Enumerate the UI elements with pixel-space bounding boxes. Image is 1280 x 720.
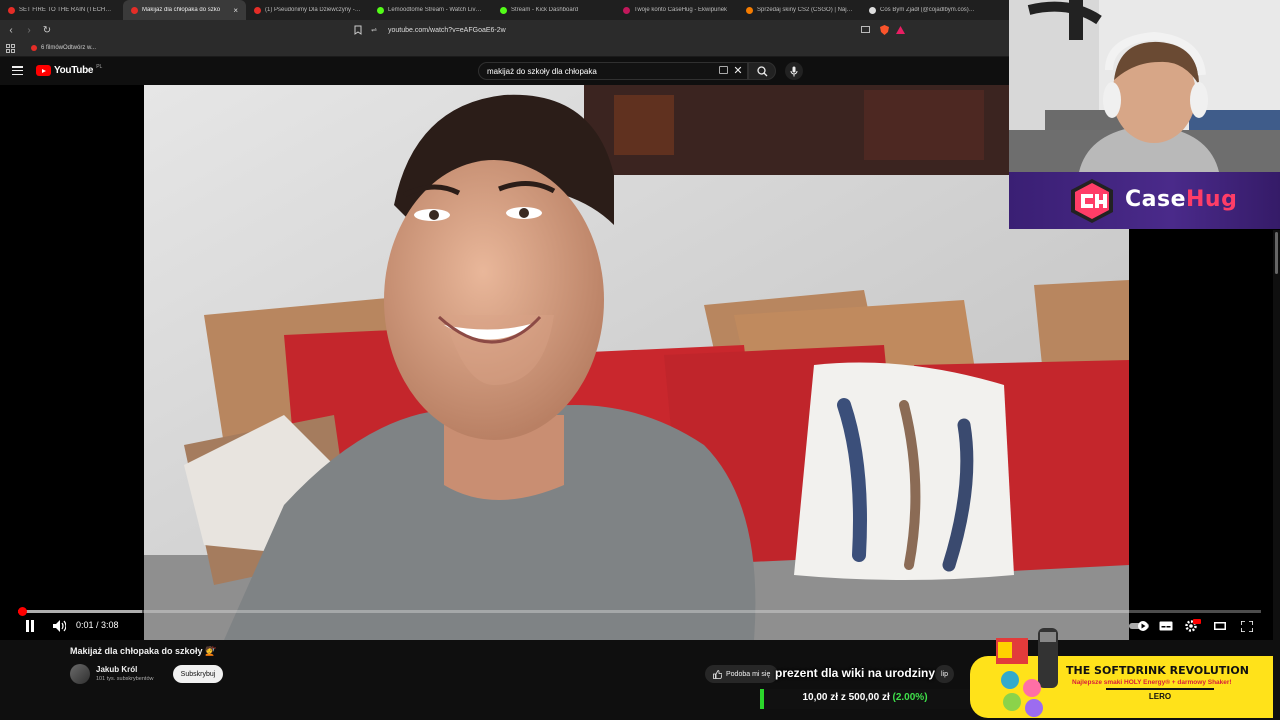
pause-button[interactable]	[22, 617, 38, 635]
tab-title: Makijaż dla chłopaka do szko	[142, 7, 221, 13]
tab-title: Coś Bym Zjadł (@cojadlbym.cos) | Tik	[880, 7, 976, 13]
youtube-favicon-icon	[31, 45, 37, 51]
screen: SET FIRE TO THE RAIN (TECHNO) - Y Makijaż…	[0, 0, 1280, 720]
browser-tab[interactable]: Makijaż dla chłopaka do szko ×	[123, 0, 246, 20]
search-input[interactable]: makijaż do szkoły dla chłopaka	[478, 62, 748, 80]
browser-tab[interactable]: Coś Bym Zjadł (@cojadlbym.cos) | Tik	[861, 0, 984, 20]
sponsor-ad: THE SOFTDRINK REVOLUTION Najlepsze smaki…	[970, 620, 1280, 720]
ad-subline: Najlepsze smaki HOLY Energy® + darmowy S…	[1072, 679, 1232, 686]
back-icon[interactable]: ‹	[4, 23, 18, 37]
tab-favicon-icon	[869, 6, 876, 14]
energy-drink-products	[996, 628, 1058, 717]
tab-favicon-icon	[623, 6, 630, 14]
page-scrollbar[interactable]	[1273, 230, 1280, 720]
tab-title: SET FIRE TO THE RAIN (TECHNO) - Y	[19, 7, 115, 13]
tab-title: Sprzedaj skiny CS2 (CSGO) | Najlep	[757, 7, 853, 13]
browser-tab[interactable]: Stream - Kick Dashboard	[492, 0, 615, 20]
browser-tab-strip: SET FIRE TO THE RAIN (TECHNO) - Y Makijaż…	[0, 0, 1010, 20]
pause-icon	[26, 620, 34, 632]
screen-cast-icon[interactable]	[860, 24, 870, 35]
webcam-feed	[1009, 0, 1280, 172]
channel-name[interactable]: Jakub Król	[96, 665, 137, 674]
like-button[interactable]: Podoba mi się	[705, 665, 779, 683]
browser-tab[interactable]: SET FIRE TO THE RAIN (TECHNO) - Y	[0, 0, 123, 20]
tab-favicon-icon	[746, 6, 753, 14]
youtube-logo[interactable]: YouTube PL	[36, 64, 102, 76]
channel-avatar[interactable]	[70, 664, 90, 684]
voice-search-button[interactable]	[785, 62, 803, 80]
clear-search-icon[interactable]: ✕	[732, 63, 744, 77]
site-info-icon[interactable]: ⇌	[370, 26, 378, 34]
time-display: 0:01 / 3:08	[76, 620, 119, 630]
casehug-name: CaseHug	[1125, 187, 1238, 212]
microphone-icon	[790, 66, 798, 76]
forward-icon[interactable]: ›	[22, 23, 36, 37]
tab-favicon-icon	[377, 6, 384, 14]
progress-bar[interactable]	[17, 607, 1261, 616]
reload-icon[interactable]: ↻	[40, 23, 54, 37]
tab-title: Twoje konto CaseHug - Ekwipunek	[634, 7, 728, 13]
tab-favicon-icon	[131, 6, 138, 14]
video-title: Makijaż dla chłopaka do szkoły 💇	[70, 646, 217, 656]
casehug-sponsor-banner: CaseHug	[1009, 172, 1280, 229]
tab-favicon-icon	[500, 6, 507, 14]
volume-button[interactable]	[51, 617, 67, 635]
brave-shield-icon[interactable]	[879, 24, 889, 35]
browser-tab[interactable]: Sprzedaj skiny CS2 (CSGO) | Najlep	[738, 0, 861, 20]
donation-goal-title: prezent dla wiki na urodziny	[775, 666, 936, 680]
ad-promo-code: LERO	[1106, 688, 1214, 702]
webcam-overlay	[1009, 0, 1280, 172]
browser-toolbar: ‹ › ↻ ⇌ youtube.com/watch?v=eAFGoaE6-2w	[0, 20, 1010, 40]
bookmarks-bar: 6 filmówOdtwórz w...	[0, 40, 1010, 57]
video-still	[144, 85, 1129, 640]
rewards-icon[interactable]	[895, 24, 905, 35]
tab-favicon-icon	[254, 6, 261, 14]
scrollbar-thumb[interactable]	[1275, 232, 1278, 274]
url-text: youtube.com/watch?v=eAFGoaE6-2w	[388, 26, 506, 34]
menu-icon[interactable]	[12, 66, 23, 75]
donation-goal-amount: 10,00 zł z 500,00 zł (2.00%)	[802, 692, 928, 703]
video-frame[interactable]	[144, 85, 1129, 640]
volume-icon	[52, 620, 66, 632]
thumbs-up-icon	[713, 669, 722, 679]
close-tab-icon[interactable]: ×	[233, 6, 238, 15]
bookmark-item[interactable]: 6 filmówOdtwórz w...	[23, 45, 96, 51]
browser-tab[interactable]: Lemoodtome Stream - Watch Live on	[369, 0, 492, 20]
tab-title: (1) Pseudonimy Dla Dziewczyny - 34	[265, 7, 361, 13]
search-icon	[756, 65, 767, 76]
keyboard-icon[interactable]	[719, 66, 728, 74]
scrubber-handle[interactable]	[17, 607, 27, 616]
youtube-header: YouTube PL makijaż do szkoły dla chłopak…	[0, 57, 1010, 85]
apps-icon[interactable]	[6, 43, 15, 53]
browser-tab[interactable]: Twoje konto CaseHug - Ekwipunek	[615, 0, 738, 20]
subscriber-count: 101 tys. subskrybentów	[96, 676, 154, 682]
tab-favicon-icon	[8, 6, 15, 14]
browser-tab[interactable]: (1) Pseudonimy Dla Dziewczyny - 34	[246, 0, 369, 20]
youtube-play-icon	[36, 65, 51, 76]
address-bar[interactable]: ⇌ youtube.com/watch?v=eAFGoaE6-2w	[370, 23, 910, 37]
tab-title: Lemoodtome Stream - Watch Live on	[388, 7, 484, 13]
search-button[interactable]	[748, 62, 776, 80]
buffered-bar	[18, 610, 143, 613]
bookmark-icon[interactable]	[354, 25, 362, 35]
casehug-logo-icon	[1071, 179, 1113, 223]
tab-title: Stream - Kick Dashboard	[511, 7, 579, 13]
clip-button[interactable]: lip	[935, 665, 955, 683]
ad-headline: THE SOFTDRINK REVOLUTION	[1066, 664, 1249, 677]
subscribe-button[interactable]: Subskrybuj	[173, 665, 223, 683]
